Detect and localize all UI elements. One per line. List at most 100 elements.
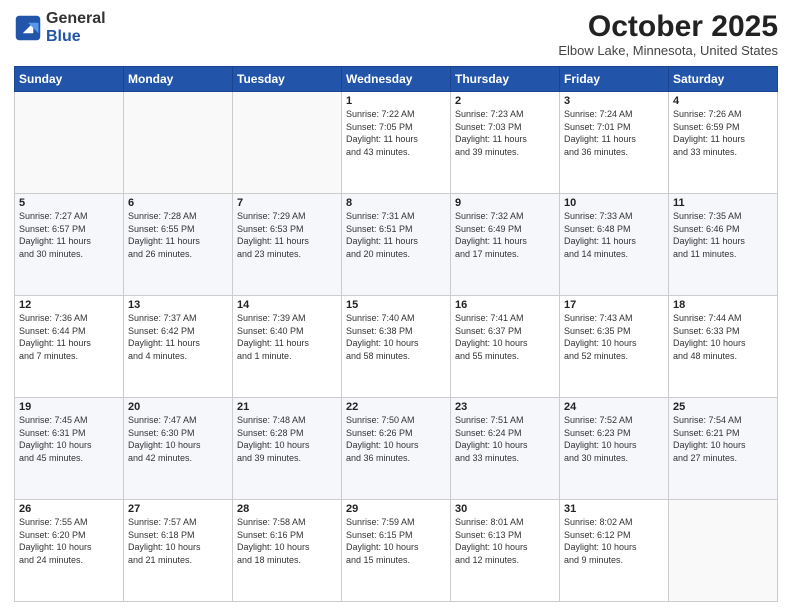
day-info: Sunrise: 7:58 AM Sunset: 6:16 PM Dayligh… [237,516,337,566]
header-day-saturday: Saturday [669,67,778,92]
day-info: Sunrise: 7:55 AM Sunset: 6:20 PM Dayligh… [19,516,119,566]
day-info: Sunrise: 7:27 AM Sunset: 6:57 PM Dayligh… [19,210,119,260]
calendar-cell: 12Sunrise: 7:36 AM Sunset: 6:44 PM Dayli… [15,296,124,398]
calendar-cell: 23Sunrise: 7:51 AM Sunset: 6:24 PM Dayli… [451,398,560,500]
day-info: Sunrise: 7:33 AM Sunset: 6:48 PM Dayligh… [564,210,664,260]
logo-blue: Blue [46,28,81,45]
day-info: Sunrise: 7:37 AM Sunset: 6:42 PM Dayligh… [128,312,228,362]
day-number: 5 [19,197,119,209]
day-info: Sunrise: 7:22 AM Sunset: 7:05 PM Dayligh… [346,108,446,158]
calendar-week-1: 1Sunrise: 7:22 AM Sunset: 7:05 PM Daylig… [15,92,778,194]
day-number: 11 [673,197,773,209]
calendar-cell: 10Sunrise: 7:33 AM Sunset: 6:48 PM Dayli… [560,194,669,296]
day-number: 13 [128,299,228,311]
calendar-cell: 17Sunrise: 7:43 AM Sunset: 6:35 PM Dayli… [560,296,669,398]
day-number: 14 [237,299,337,311]
month-title: October 2025 [558,10,778,43]
day-info: Sunrise: 7:29 AM Sunset: 6:53 PM Dayligh… [237,210,337,260]
calendar-cell: 6Sunrise: 7:28 AM Sunset: 6:55 PM Daylig… [124,194,233,296]
day-number: 27 [128,503,228,515]
day-number: 2 [455,95,555,107]
calendar-cell: 11Sunrise: 7:35 AM Sunset: 6:46 PM Dayli… [669,194,778,296]
day-info: Sunrise: 7:59 AM Sunset: 6:15 PM Dayligh… [346,516,446,566]
day-info: Sunrise: 7:31 AM Sunset: 6:51 PM Dayligh… [346,210,446,260]
logo-general: General [46,10,106,27]
calendar-cell: 27Sunrise: 7:57 AM Sunset: 6:18 PM Dayli… [124,500,233,602]
logo-icon [14,14,42,42]
day-number: 18 [673,299,773,311]
calendar-cell: 21Sunrise: 7:48 AM Sunset: 6:28 PM Dayli… [233,398,342,500]
day-number: 24 [564,401,664,413]
header-day-monday: Monday [124,67,233,92]
day-number: 1 [346,95,446,107]
day-info: Sunrise: 7:28 AM Sunset: 6:55 PM Dayligh… [128,210,228,260]
calendar-cell: 14Sunrise: 7:39 AM Sunset: 6:40 PM Dayli… [233,296,342,398]
day-number: 10 [564,197,664,209]
location: Elbow Lake, Minnesota, United States [558,43,778,58]
calendar-cell: 31Sunrise: 8:02 AM Sunset: 6:12 PM Dayli… [560,500,669,602]
calendar-cell: 26Sunrise: 7:55 AM Sunset: 6:20 PM Dayli… [15,500,124,602]
calendar-cell: 13Sunrise: 7:37 AM Sunset: 6:42 PM Dayli… [124,296,233,398]
day-number: 28 [237,503,337,515]
logo: General Blue [14,10,106,45]
day-number: 23 [455,401,555,413]
calendar-cell [15,92,124,194]
header-day-friday: Friday [560,67,669,92]
header: General Blue October 2025 Elbow Lake, Mi… [14,10,778,58]
day-info: Sunrise: 8:02 AM Sunset: 6:12 PM Dayligh… [564,516,664,566]
calendar-cell: 22Sunrise: 7:50 AM Sunset: 6:26 PM Dayli… [342,398,451,500]
day-number: 7 [237,197,337,209]
day-info: Sunrise: 7:32 AM Sunset: 6:49 PM Dayligh… [455,210,555,260]
calendar-cell: 18Sunrise: 7:44 AM Sunset: 6:33 PM Dayli… [669,296,778,398]
day-info: Sunrise: 8:01 AM Sunset: 6:13 PM Dayligh… [455,516,555,566]
calendar-cell: 4Sunrise: 7:26 AM Sunset: 6:59 PM Daylig… [669,92,778,194]
calendar-cell: 20Sunrise: 7:47 AM Sunset: 6:30 PM Dayli… [124,398,233,500]
day-number: 15 [346,299,446,311]
calendar-week-2: 5Sunrise: 7:27 AM Sunset: 6:57 PM Daylig… [15,194,778,296]
day-number: 12 [19,299,119,311]
header-day-sunday: Sunday [15,67,124,92]
title-block: October 2025 Elbow Lake, Minnesota, Unit… [558,10,778,58]
day-number: 22 [346,401,446,413]
calendar-cell: 2Sunrise: 7:23 AM Sunset: 7:03 PM Daylig… [451,92,560,194]
day-info: Sunrise: 7:26 AM Sunset: 6:59 PM Dayligh… [673,108,773,158]
calendar-cell: 5Sunrise: 7:27 AM Sunset: 6:57 PM Daylig… [15,194,124,296]
day-info: Sunrise: 7:48 AM Sunset: 6:28 PM Dayligh… [237,414,337,464]
day-info: Sunrise: 7:41 AM Sunset: 6:37 PM Dayligh… [455,312,555,362]
calendar-cell: 7Sunrise: 7:29 AM Sunset: 6:53 PM Daylig… [233,194,342,296]
day-number: 4 [673,95,773,107]
day-number: 26 [19,503,119,515]
day-info: Sunrise: 7:43 AM Sunset: 6:35 PM Dayligh… [564,312,664,362]
day-number: 3 [564,95,664,107]
calendar-cell: 19Sunrise: 7:45 AM Sunset: 6:31 PM Dayli… [15,398,124,500]
calendar-cell [233,92,342,194]
day-info: Sunrise: 7:40 AM Sunset: 6:38 PM Dayligh… [346,312,446,362]
day-number: 6 [128,197,228,209]
header-day-wednesday: Wednesday [342,67,451,92]
calendar-cell: 8Sunrise: 7:31 AM Sunset: 6:51 PM Daylig… [342,194,451,296]
calendar-cell: 1Sunrise: 7:22 AM Sunset: 7:05 PM Daylig… [342,92,451,194]
day-number: 25 [673,401,773,413]
day-info: Sunrise: 7:44 AM Sunset: 6:33 PM Dayligh… [673,312,773,362]
day-info: Sunrise: 7:36 AM Sunset: 6:44 PM Dayligh… [19,312,119,362]
day-info: Sunrise: 7:57 AM Sunset: 6:18 PM Dayligh… [128,516,228,566]
calendar-cell: 9Sunrise: 7:32 AM Sunset: 6:49 PM Daylig… [451,194,560,296]
logo-text: General Blue [46,10,106,45]
day-number: 21 [237,401,337,413]
day-info: Sunrise: 7:45 AM Sunset: 6:31 PM Dayligh… [19,414,119,464]
day-info: Sunrise: 7:54 AM Sunset: 6:21 PM Dayligh… [673,414,773,464]
calendar-cell: 30Sunrise: 8:01 AM Sunset: 6:13 PM Dayli… [451,500,560,602]
day-info: Sunrise: 7:51 AM Sunset: 6:24 PM Dayligh… [455,414,555,464]
calendar-cell [669,500,778,602]
header-day-thursday: Thursday [451,67,560,92]
calendar-cell: 15Sunrise: 7:40 AM Sunset: 6:38 PM Dayli… [342,296,451,398]
day-info: Sunrise: 7:47 AM Sunset: 6:30 PM Dayligh… [128,414,228,464]
calendar-cell: 29Sunrise: 7:59 AM Sunset: 6:15 PM Dayli… [342,500,451,602]
calendar-table: SundayMondayTuesdayWednesdayThursdayFrid… [14,66,778,602]
calendar-week-4: 19Sunrise: 7:45 AM Sunset: 6:31 PM Dayli… [15,398,778,500]
calendar-cell [124,92,233,194]
calendar-cell: 25Sunrise: 7:54 AM Sunset: 6:21 PM Dayli… [669,398,778,500]
header-day-tuesday: Tuesday [233,67,342,92]
day-number: 17 [564,299,664,311]
day-number: 20 [128,401,228,413]
